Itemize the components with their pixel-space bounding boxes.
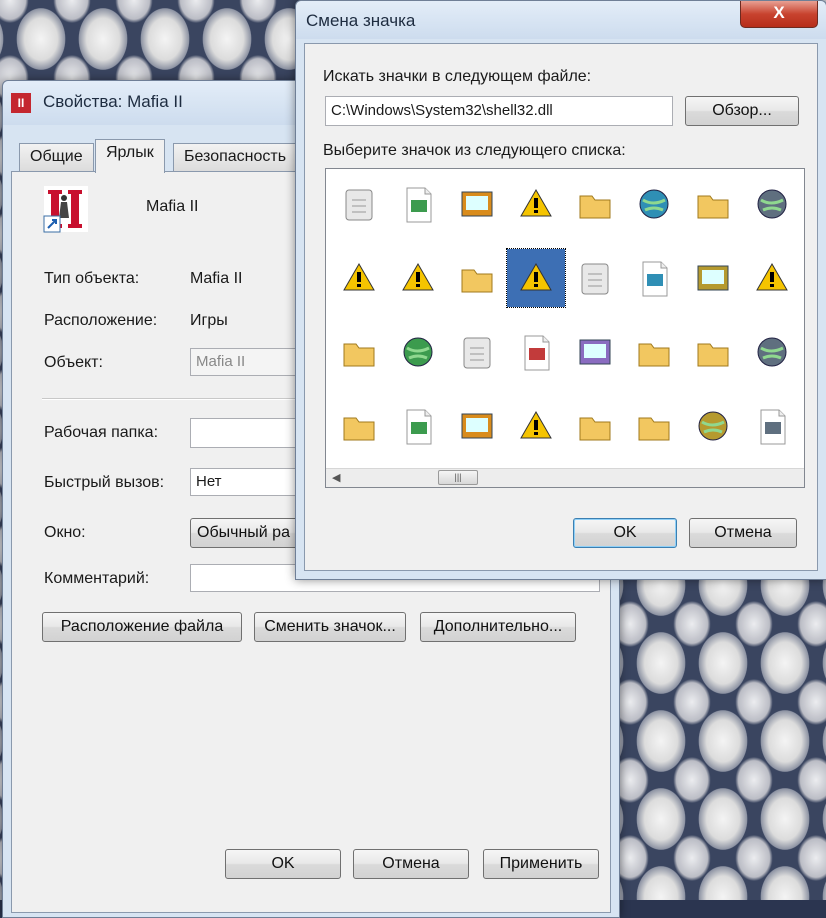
change-icon-panel: Искать значки в следующем файле: C:\Wind…	[304, 43, 818, 571]
tab-shortcut[interactable]: Ярлык	[95, 139, 165, 173]
change-icon-title: Смена значка	[306, 11, 416, 30]
mafia-app-icon: II	[11, 93, 31, 113]
cubes-icon[interactable]	[566, 175, 624, 233]
icon-list-label: Выберите значок из следующего списка:	[323, 142, 626, 159]
globe-icon[interactable]	[684, 397, 742, 455]
drive-icon[interactable]	[507, 175, 565, 233]
scroll-left-arrow-icon[interactable]: ◀	[332, 471, 340, 484]
printer-check-icon[interactable]	[566, 249, 624, 307]
shortcut-icon	[42, 184, 90, 236]
change-icon-button[interactable]: Сменить значок...	[254, 612, 406, 642]
file-warning-icon[interactable]	[330, 249, 388, 307]
tab-general[interactable]: Общие	[19, 143, 94, 171]
icon-list[interactable]: ◀ |||	[325, 168, 805, 488]
cd-drive-icon[interactable]	[507, 323, 565, 381]
scrollbar-thumb[interactable]: |||	[438, 470, 478, 485]
properties-title: Свойства: Mafia II	[43, 92, 183, 111]
search-file-label: Искать значки в следующем файле:	[323, 68, 592, 85]
printer-cart-icon[interactable]	[566, 397, 624, 455]
change-icon-titlebar[interactable]: Смена значка X	[296, 1, 826, 39]
comment-label: Комментарий:	[44, 570, 150, 587]
target-label: Объект:	[44, 354, 103, 371]
control-panel-icon[interactable]	[684, 323, 742, 381]
ok-button[interactable]: OK	[225, 849, 341, 879]
location-label: Расположение:	[44, 312, 158, 329]
hotkey-label: Быстрый вызов:	[44, 474, 165, 491]
type-label: Тип объекта:	[44, 270, 140, 287]
workdir-label: Рабочая папка:	[44, 424, 159, 441]
dialog-cancel-button[interactable]: Отмена	[689, 518, 797, 548]
location-value: Игры	[190, 312, 228, 329]
icon-file-path-input[interactable]: C:\Windows\System32\shell32.dll	[325, 96, 673, 126]
close-button[interactable]: X	[740, 1, 818, 28]
network-printer-icon[interactable]	[566, 323, 624, 381]
cancel-button[interactable]: Отмена	[353, 849, 469, 879]
font-tt-icon[interactable]	[448, 323, 506, 381]
shortcut-name: Mafia II	[146, 198, 199, 215]
file-location-button[interactable]: Расположение файла	[42, 612, 242, 642]
recycle-bin-icon[interactable]	[330, 175, 388, 233]
file-move-icon[interactable]	[389, 175, 447, 233]
apply-button[interactable]: Применить	[483, 849, 599, 879]
spreadsheet-icon[interactable]	[743, 397, 801, 455]
gear-image-icon[interactable]	[389, 397, 447, 455]
dialog-ok-button[interactable]: OK	[573, 518, 677, 548]
image-document-icon[interactable]	[684, 249, 742, 307]
removable-drive-icon[interactable]	[507, 397, 565, 455]
folder-warning-icon[interactable]	[330, 323, 388, 381]
gear-document-icon[interactable]	[389, 249, 447, 307]
screensaver-monitor-icon[interactable]	[743, 323, 801, 381]
browse-button[interactable]: Обзор...	[685, 96, 799, 126]
open-folder-icon[interactable]	[330, 397, 388, 455]
font-a-italic-icon[interactable]	[448, 397, 506, 455]
font-a-icon[interactable]	[448, 249, 506, 307]
folder-list-icon[interactable]	[625, 397, 683, 455]
tab-security[interactable]: Безопасность	[173, 143, 298, 171]
type-value: Mafia II	[190, 270, 243, 287]
advanced-button[interactable]: Дополнительно...	[420, 612, 576, 642]
tree-diagram-icon[interactable]	[625, 175, 683, 233]
horizontal-scrollbar[interactable]: ◀ |||	[326, 468, 804, 487]
change-icon-dialog: Смена значка X Искать значки в следующем…	[295, 0, 826, 580]
network-computer-icon[interactable]	[743, 175, 801, 233]
network-folder-icon[interactable]	[684, 175, 742, 233]
network-place-icon[interactable]	[625, 249, 683, 307]
warning-icon[interactable]	[506, 248, 566, 308]
favorites-folder-icon[interactable]	[625, 323, 683, 381]
settings-file-icon[interactable]	[448, 175, 506, 233]
text-document-icon[interactable]	[389, 323, 447, 381]
window-label: Окно:	[44, 524, 86, 541]
monitor-window-icon[interactable]	[743, 249, 801, 307]
